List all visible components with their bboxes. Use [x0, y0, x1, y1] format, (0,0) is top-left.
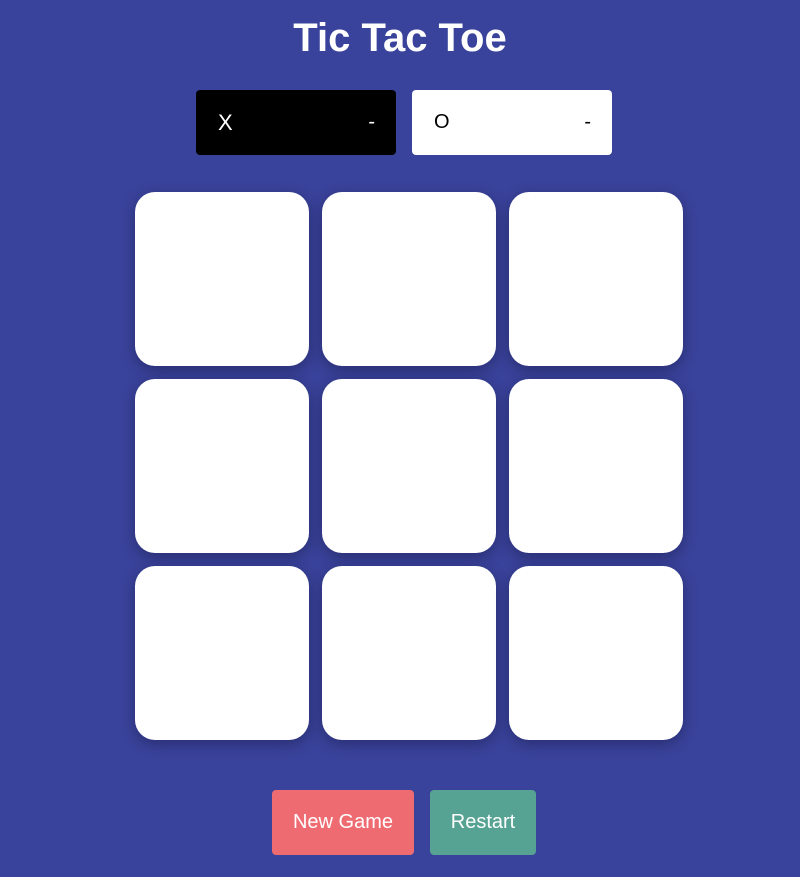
board-cell-5[interactable]	[322, 379, 496, 553]
game-title: Tic Tac Toe	[293, 16, 507, 60]
board-cell-4[interactable]	[135, 379, 309, 553]
player-x-score: -	[368, 111, 375, 133]
board-cell-1[interactable]	[135, 192, 309, 366]
game-board	[135, 192, 683, 740]
board-cell-7[interactable]	[135, 566, 309, 740]
player-x-mark: X	[218, 109, 233, 135]
player-o-panel: O -	[412, 90, 612, 155]
controls: New Game Restart	[0, 790, 800, 855]
board-cell-6[interactable]	[509, 379, 683, 553]
player-o-score: -	[584, 111, 591, 133]
player-x-panel: X -	[196, 90, 396, 155]
new-game-button[interactable]: New Game	[272, 790, 414, 855]
board-cell-9[interactable]	[509, 566, 683, 740]
board-cell-8[interactable]	[322, 566, 496, 740]
player-o-mark: O	[434, 111, 450, 133]
board-cell-3[interactable]	[509, 192, 683, 366]
board-cell-2[interactable]	[322, 192, 496, 366]
scoreboard: X - O -	[196, 90, 612, 155]
restart-button[interactable]: Restart	[430, 790, 536, 855]
